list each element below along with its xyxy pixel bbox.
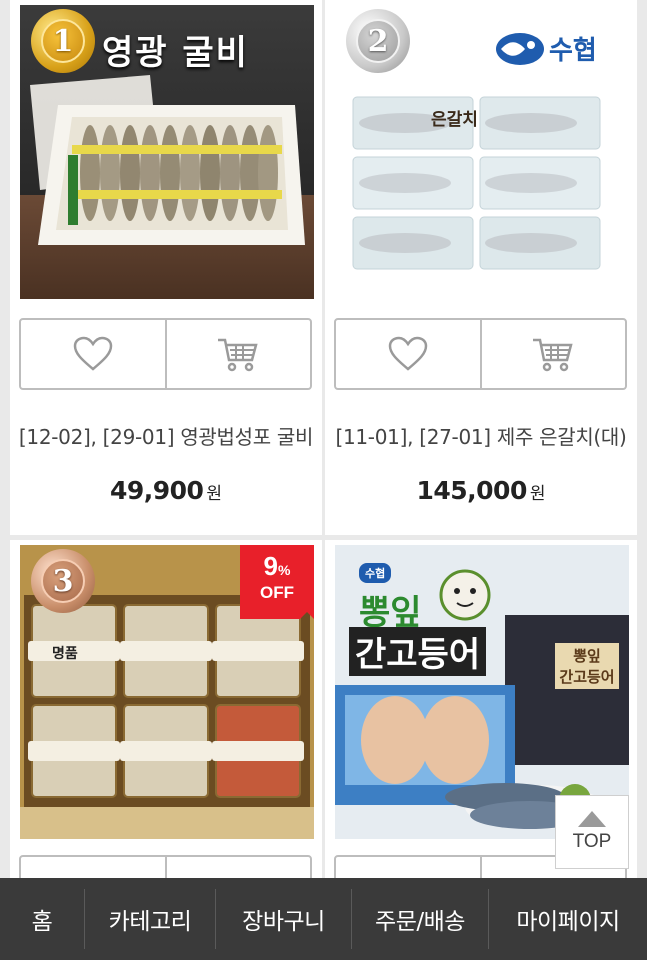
nav-orders-label: 주문/배송	[375, 909, 465, 935]
cart-icon	[218, 338, 258, 372]
product-card[interactable]: 1 영광 굴비 [12-02], [29-01] 영광법성포 굴비 49,900…	[10, 0, 322, 535]
currency-label: 원	[206, 484, 223, 504]
product-price: 49,900 원	[10, 476, 322, 505]
box-label-line-1: 뽕잎	[573, 647, 601, 665]
currency-label: 원	[529, 484, 546, 504]
brand-badge: 수협	[359, 563, 392, 583]
product-actions	[334, 318, 627, 390]
product-title[interactable]: [12-02], [29-01] 영광법성포 굴비	[10, 421, 322, 450]
arrow-up-icon	[578, 811, 606, 827]
product-title[interactable]: [11-01], [27-01] 제주 은갈치(대)	[325, 421, 637, 450]
image-caption-2: 간고등어	[349, 627, 487, 676]
price-value: 49,900	[109, 476, 204, 505]
box-label-line-2: 간고등어	[559, 668, 615, 686]
product-image[interactable]: 3 명품 9% OFF	[20, 545, 314, 839]
product-price: 145,000 원	[325, 476, 637, 505]
scroll-to-top-button[interactable]: TOP	[555, 795, 629, 869]
bottom-navigation: 홈 카테고리 장바구니 주문/배송 마이페이지	[0, 878, 647, 960]
image-caption: 영광 굴비	[102, 33, 249, 73]
wishlist-button[interactable]	[21, 320, 165, 388]
rank-medal-silver: 2	[346, 9, 410, 73]
package-label: 은갈치	[431, 110, 478, 130]
wishlist-button[interactable]	[336, 320, 480, 388]
brand-name: 수협	[549, 36, 597, 66]
add-to-cart-button[interactable]	[479, 320, 626, 388]
rank-number: 1	[41, 19, 85, 63]
rank-medal-bronze: 3	[31, 549, 95, 613]
product-grid-page: 1 영광 굴비 [12-02], [29-01] 영광법성포 굴비 49,900…	[0, 0, 647, 960]
package-label: 명품	[52, 646, 78, 662]
add-to-cart-button[interactable]	[164, 320, 311, 388]
scroll-to-top-label: TOP	[572, 831, 612, 852]
discount-text: OFF	[260, 583, 294, 602]
nav-cart[interactable]: 장바구니	[216, 878, 351, 960]
discount-unit: %	[278, 562, 291, 578]
heart-icon	[388, 336, 428, 371]
brand-name: 수협	[365, 567, 386, 580]
product-card[interactable]: 2 수협 은갈치 [11-01], [27-01] 제주 은갈치(대) 145,…	[325, 0, 637, 535]
nav-category-label: 카테고리	[108, 909, 192, 935]
nav-orders[interactable]: 주문/배송	[352, 878, 488, 960]
price-value: 145,000	[416, 476, 527, 505]
box-label: 뽕잎 간고등어	[555, 643, 619, 689]
nav-mypage-label: 마이페이지	[516, 909, 620, 935]
rank-number: 2	[356, 19, 400, 63]
suhyup-logo-icon	[496, 32, 544, 65]
product-image[interactable]: 1 영광 굴비	[20, 5, 314, 299]
discount-percent: 9	[263, 551, 278, 581]
discount-badge: 9% OFF	[240, 545, 314, 619]
rank-medal-gold: 1	[31, 9, 95, 73]
cart-icon	[533, 338, 573, 372]
nav-home[interactable]: 홈	[0, 878, 84, 960]
product-image[interactable]: 2 수협 은갈치	[335, 5, 629, 299]
heart-icon	[73, 336, 113, 371]
nav-mypage[interactable]: 마이페이지	[489, 878, 647, 960]
product-actions	[19, 318, 312, 390]
nav-category[interactable]: 카테고리	[85, 878, 215, 960]
rank-number: 3	[41, 559, 85, 603]
brand-logo: 수협	[495, 30, 597, 67]
nav-home-label: 홈	[31, 909, 53, 935]
mascot-icon	[439, 569, 491, 621]
nav-cart-label: 장바구니	[242, 909, 325, 935]
